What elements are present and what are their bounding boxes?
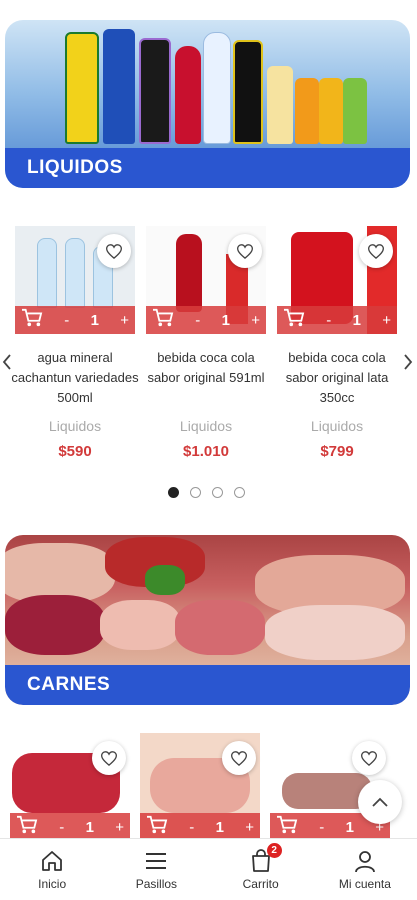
cart-icon[interactable] (283, 308, 305, 332)
quantity-value: 1 (221, 311, 230, 329)
banner-label-liquidos: LIQUIDOS (5, 148, 410, 188)
liquidos-banner[interactable]: LIQUIDOS (5, 20, 410, 188)
nav-label: Carrito (242, 877, 279, 891)
carousel-dot[interactable] (190, 487, 201, 498)
cart-icon[interactable] (21, 308, 43, 332)
quantity-value: 1 (345, 818, 354, 836)
favorite-button[interactable] (359, 234, 393, 268)
nav-item-pasillos[interactable]: Pasillos (111, 848, 201, 891)
liquidos-carousel: - 1 + agua mineral cachantun variedades … (0, 214, 417, 474)
product-category: Liquidos (179, 418, 233, 434)
favorite-button[interactable] (228, 234, 262, 268)
product-price: $799 (320, 443, 354, 460)
banner-label-carnes: CARNES (5, 665, 410, 705)
nav-item-inicio[interactable]: Inicio (7, 848, 97, 891)
heart-icon (368, 243, 384, 259)
increase-quantity-button[interactable]: + (382, 312, 391, 329)
favorite-button[interactable] (222, 741, 256, 775)
nav-item-carrito[interactable]: 2 Carrito (216, 843, 306, 891)
favorite-button[interactable] (352, 741, 386, 775)
quantity-value: 1 (90, 311, 99, 329)
decrease-quantity-button[interactable]: - (189, 819, 194, 836)
favorite-button[interactable] (92, 741, 126, 775)
bottom-navigation: Inicio Pasillos 2 Carrito Mi cuenta (0, 838, 417, 900)
increase-quantity-button[interactable]: + (251, 312, 260, 329)
product-name[interactable]: bebida coca cola sabor original 591ml (140, 348, 272, 388)
cart-bag-icon: 2 (248, 843, 282, 874)
carousel-dot[interactable] (212, 487, 223, 498)
product-category: Liquidos (48, 418, 102, 434)
cart-icon[interactable] (152, 308, 174, 332)
quantity-value: 1 (85, 818, 94, 836)
product-price: $590 (58, 443, 92, 460)
product-name[interactable]: agua mineral cachantun variedades 500ml (9, 348, 141, 408)
decrease-quantity-button[interactable]: - (195, 312, 200, 329)
decrease-quantity-button[interactable]: - (319, 819, 324, 836)
decrease-quantity-button[interactable]: - (59, 819, 64, 836)
heart-icon (237, 243, 253, 259)
chevron-up-icon (372, 797, 388, 807)
user-icon (352, 848, 378, 874)
decrease-quantity-button[interactable]: - (64, 312, 69, 329)
add-to-cart-bar: - 1 + (15, 306, 135, 334)
add-to-cart-bar: - 1 + (146, 306, 266, 334)
heart-icon (361, 750, 377, 766)
add-to-cart-bar: - 1 + (140, 813, 260, 841)
quantity-value: 1 (215, 818, 224, 836)
product-card[interactable]: - 1 + (140, 733, 260, 843)
cart-icon[interactable] (146, 815, 168, 839)
carousel-dot[interactable] (168, 487, 179, 498)
cart-icon[interactable] (16, 815, 38, 839)
carousel-dot[interactable] (234, 487, 245, 498)
nav-label: Inicio (38, 877, 67, 891)
favorite-button[interactable] (97, 234, 131, 268)
nav-label: Pasillos (135, 877, 178, 891)
product-card[interactable]: - 1 + bebida coca cola sabor original la… (277, 226, 397, 476)
add-to-cart-bar: - 1 + (277, 306, 397, 334)
increase-quantity-button[interactable]: + (245, 819, 254, 836)
cart-icon[interactable] (276, 815, 298, 839)
heart-icon (231, 750, 247, 766)
quantity-value: 1 (352, 311, 361, 329)
heart-icon (106, 243, 122, 259)
heart-icon (101, 750, 117, 766)
add-to-cart-bar: - 1 + (10, 813, 130, 841)
increase-quantity-button[interactable]: + (115, 819, 124, 836)
nav-label: Mi cuenta (338, 877, 391, 891)
home-icon (39, 848, 65, 874)
product-card[interactable]: - 1 + (10, 733, 130, 843)
increase-quantity-button[interactable]: + (120, 312, 129, 329)
product-card[interactable]: - 1 + bebida coca cola sabor original 59… (146, 226, 266, 476)
scroll-to-top-button[interactable] (358, 780, 402, 824)
carousel-next-arrow[interactable] (401, 352, 415, 372)
cart-count-badge: 2 (266, 843, 282, 858)
product-card[interactable]: - 1 + agua mineral cachantun variedades … (11, 226, 139, 476)
carousel-pagination (168, 487, 245, 498)
product-category: Liquidos (310, 418, 364, 434)
nav-item-mi-cuenta[interactable]: Mi cuenta (320, 848, 410, 891)
product-price: $1.010 (183, 443, 229, 460)
menu-icon (143, 848, 169, 874)
product-name[interactable]: bebida coca cola sabor original lata 350… (271, 348, 403, 408)
decrease-quantity-button[interactable]: - (326, 312, 331, 329)
carnes-carousel: - 1 + - 1 + - 1 + (0, 733, 417, 843)
carnes-banner[interactable]: CARNES (5, 535, 410, 705)
